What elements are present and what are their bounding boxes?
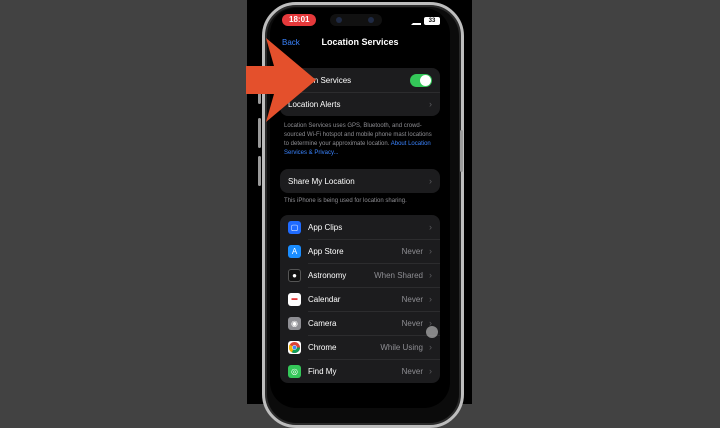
app-permission-value: Never	[401, 294, 423, 304]
dynamic-island	[330, 14, 382, 26]
chevron-right-icon: ›	[429, 270, 432, 280]
app-row-astronomy[interactable]: ● Astronomy When Shared ›	[280, 263, 440, 287]
app-label: Astronomy	[308, 270, 347, 280]
chevron-right-icon: ›	[429, 294, 432, 304]
location-services-toggle[interactable]	[410, 73, 432, 87]
status-bar: 18:01 33	[270, 14, 450, 28]
chrome-icon	[288, 340, 301, 354]
share-my-location-row[interactable]: Share My Location ›	[280, 169, 440, 193]
power-button	[460, 130, 463, 172]
chevron-right-icon: ›	[429, 99, 432, 109]
app-row-app-clips[interactable]: ▢ App Clips ›	[280, 215, 440, 239]
app-permission-value: When Shared	[374, 270, 423, 280]
chevron-right-icon: ›	[429, 366, 432, 376]
app-permission-value: While Using	[380, 342, 423, 352]
battery-icon: 33	[424, 16, 440, 25]
front-camera-icon	[368, 17, 374, 23]
app-row-chrome[interactable]: Chrome While Using ›	[280, 335, 440, 359]
right-blur-background	[472, 0, 720, 404]
app-row-find-my[interactable]: ◎ Find My Never ›	[280, 359, 440, 383]
app-permission-value: Never	[401, 318, 423, 328]
share-my-location-label: Share My Location	[288, 176, 355, 186]
camera-icon: ◉	[288, 316, 301, 330]
astronomy-icon: ●	[288, 268, 301, 282]
app-permission-value: Never	[401, 366, 423, 376]
app-label: Camera	[308, 318, 337, 328]
calendar-icon: ▬	[288, 292, 301, 306]
chevron-right-icon: ›	[429, 222, 432, 232]
chevron-right-icon: ›	[429, 246, 432, 256]
sensor-icon	[336, 17, 342, 23]
app-label: App Clips	[308, 222, 343, 232]
apps-list: ▢ App Clips › A App Store Never › ● Astr…	[280, 215, 440, 383]
left-blur-background	[0, 0, 247, 404]
touch-indicator	[426, 326, 438, 338]
status-icons: 33	[411, 16, 440, 25]
share-location-group: Share My Location ›	[280, 169, 440, 193]
app-label: Chrome	[308, 342, 337, 352]
app-label: App Store	[308, 246, 344, 256]
app-row-app-store[interactable]: A App Store Never ›	[280, 239, 440, 263]
app-label: Find My	[308, 366, 337, 376]
arrow-icon	[246, 38, 316, 122]
app-label: Calendar	[308, 294, 341, 304]
wifi-icon	[411, 16, 421, 25]
app-row-camera[interactable]: ◉ Camera Never ›	[280, 311, 440, 335]
app-row-calendar[interactable]: ▬ Calendar Never ›	[280, 287, 440, 311]
app-store-icon: A	[288, 244, 301, 258]
chevron-right-icon: ›	[429, 342, 432, 352]
app-permission-value: Never	[401, 246, 423, 256]
share-location-note: This iPhone is being used for location s…	[284, 198, 407, 204]
chevron-right-icon: ›	[429, 176, 432, 186]
status-time: 18:01	[282, 14, 317, 26]
app-clips-icon: ▢	[288, 220, 301, 234]
volume-down-button	[258, 156, 261, 186]
find-my-icon: ◎	[288, 364, 301, 378]
